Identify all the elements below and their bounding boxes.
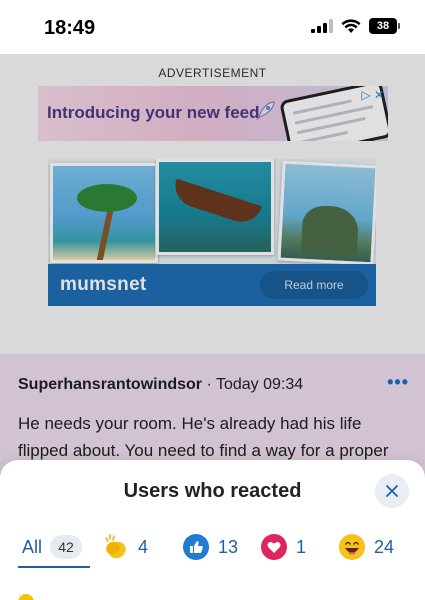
app-screen: 18:49 38 ADVERTISEMENT Introducing your …	[0, 0, 425, 600]
reactions-sheet: Users who reacted All 42 4 13 1 24	[0, 460, 425, 600]
tab-all-label: All	[22, 536, 43, 557]
reaction-tabs: All 42 4 13 1 24	[0, 530, 425, 568]
tab-heart-count: 1	[296, 536, 307, 557]
status-bar: 18:49 38	[0, 0, 425, 54]
status-icons: 38	[311, 18, 400, 34]
active-tab-indicator	[18, 566, 90, 568]
tab-all-count: 42	[50, 535, 83, 559]
tab-thumbs-up[interactable]: 13	[182, 530, 238, 564]
tab-heart[interactable]: 1	[260, 530, 306, 564]
list-item-avatar-peek	[18, 594, 34, 600]
status-time: 18:49	[44, 17, 96, 39]
signal-icon	[311, 19, 333, 33]
close-icon	[386, 485, 398, 497]
tab-laughing[interactable]: 24	[338, 530, 394, 564]
clap-icon	[102, 533, 130, 561]
thumbs-up-icon	[182, 533, 210, 561]
close-button[interactable]	[375, 474, 409, 508]
wifi-icon	[341, 18, 361, 33]
sheet-title: Users who reacted	[123, 480, 302, 502]
laughing-icon	[338, 533, 366, 561]
heart-icon	[260, 533, 288, 561]
tab-all[interactable]: All 42	[22, 530, 83, 564]
tab-clap[interactable]: 4	[102, 530, 148, 564]
battery-indicator: 38	[369, 18, 400, 34]
tab-laughing-count: 24	[374, 536, 395, 557]
tab-clap-count: 4	[138, 536, 149, 557]
tab-thumbs-up-count: 13	[218, 536, 239, 557]
